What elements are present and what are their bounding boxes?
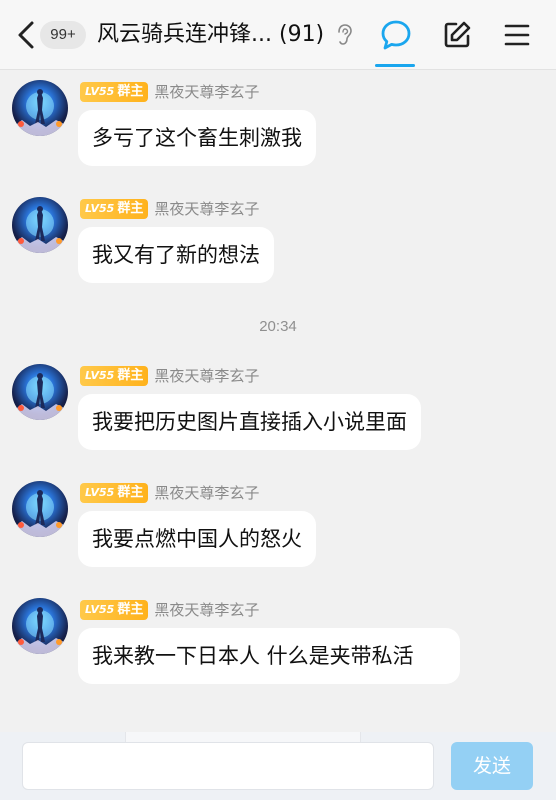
level-label: LV55 bbox=[85, 85, 115, 98]
role-label: 群主 bbox=[117, 84, 144, 99]
time-separator: 20:34 bbox=[259, 318, 297, 335]
chevron-left-icon bbox=[18, 21, 34, 49]
group-owner-tag: LV55 群主 bbox=[80, 82, 149, 102]
role-label: 群主 bbox=[117, 201, 144, 216]
chat-bubble-icon[interactable] bbox=[380, 19, 412, 51]
level-label: LV55 bbox=[85, 486, 115, 499]
group-owner-tag: LV55 群主 bbox=[80, 366, 149, 386]
message-bubble[interactable]: 我要把历史图片直接插入小说里面 bbox=[78, 394, 421, 450]
message-bubble[interactable]: 我要点燃中国人的怒火 bbox=[78, 511, 316, 567]
message-input[interactable] bbox=[22, 742, 434, 790]
message-meta: LV55 群主 黑夜天尊李玄子 bbox=[80, 483, 259, 503]
level-label: LV55 bbox=[85, 603, 115, 616]
avatar-image bbox=[12, 373, 68, 420]
send-button[interactable]: 发送 bbox=[451, 742, 533, 790]
menu-icon[interactable] bbox=[503, 22, 531, 48]
message-meta: LV55 群主 黑夜天尊李玄子 bbox=[80, 82, 259, 102]
group-title[interactable]: 风云骑兵连冲锋... (91) bbox=[97, 18, 333, 52]
avatar-image bbox=[12, 607, 68, 654]
avatar[interactable] bbox=[12, 80, 68, 136]
avatar[interactable] bbox=[12, 598, 68, 654]
unread-badge[interactable]: 99+ bbox=[40, 21, 86, 49]
back-button[interactable] bbox=[14, 18, 40, 52]
message-meta: LV55 群主 黑夜天尊李玄子 bbox=[80, 600, 259, 620]
level-label: LV55 bbox=[85, 202, 115, 215]
sender-name[interactable]: 黑夜天尊李玄子 bbox=[154, 600, 259, 620]
level-label: LV55 bbox=[85, 369, 115, 382]
role-label: 群主 bbox=[117, 485, 144, 500]
avatar-image bbox=[12, 206, 68, 253]
message-meta: LV55 群主 黑夜天尊李玄子 bbox=[80, 366, 259, 386]
avatar[interactable] bbox=[12, 197, 68, 253]
message-bubble[interactable]: 我又有了新的想法 bbox=[78, 227, 274, 283]
member-count: (91) bbox=[278, 22, 325, 47]
sender-name[interactable]: 黑夜天尊李玄子 bbox=[154, 199, 259, 219]
sender-name[interactable]: 黑夜天尊李玄子 bbox=[154, 366, 259, 386]
edit-icon[interactable] bbox=[442, 20, 472, 50]
avatar[interactable] bbox=[12, 364, 68, 420]
message-bubble[interactable]: 我来教一下日本人 什么是夹带私活 bbox=[78, 628, 460, 684]
role-label: 群主 bbox=[117, 368, 144, 383]
group-owner-tag: LV55 群主 bbox=[80, 600, 149, 620]
message-meta: LV55 群主 黑夜天尊李玄子 bbox=[80, 199, 259, 219]
active-tab-indicator bbox=[375, 64, 415, 67]
message-bubble[interactable]: 多亏了这个畜生刺激我 bbox=[78, 110, 316, 166]
sender-name[interactable]: 黑夜天尊李玄子 bbox=[154, 483, 259, 503]
group-name: 风云骑兵连冲锋... bbox=[97, 22, 272, 47]
group-owner-tag: LV55 群主 bbox=[80, 199, 149, 219]
chat-header: 99+ 风云骑兵连冲锋... (91) bbox=[0, 0, 556, 70]
group-owner-tag: LV55 群主 bbox=[80, 483, 149, 503]
ear-icon[interactable] bbox=[335, 23, 353, 47]
avatar-image bbox=[12, 89, 68, 136]
role-label: 群主 bbox=[117, 602, 144, 617]
input-bar: 发送 bbox=[0, 732, 556, 800]
avatar[interactable] bbox=[12, 481, 68, 537]
avatar-image bbox=[12, 490, 68, 537]
sender-name[interactable]: 黑夜天尊李玄子 bbox=[154, 82, 259, 102]
